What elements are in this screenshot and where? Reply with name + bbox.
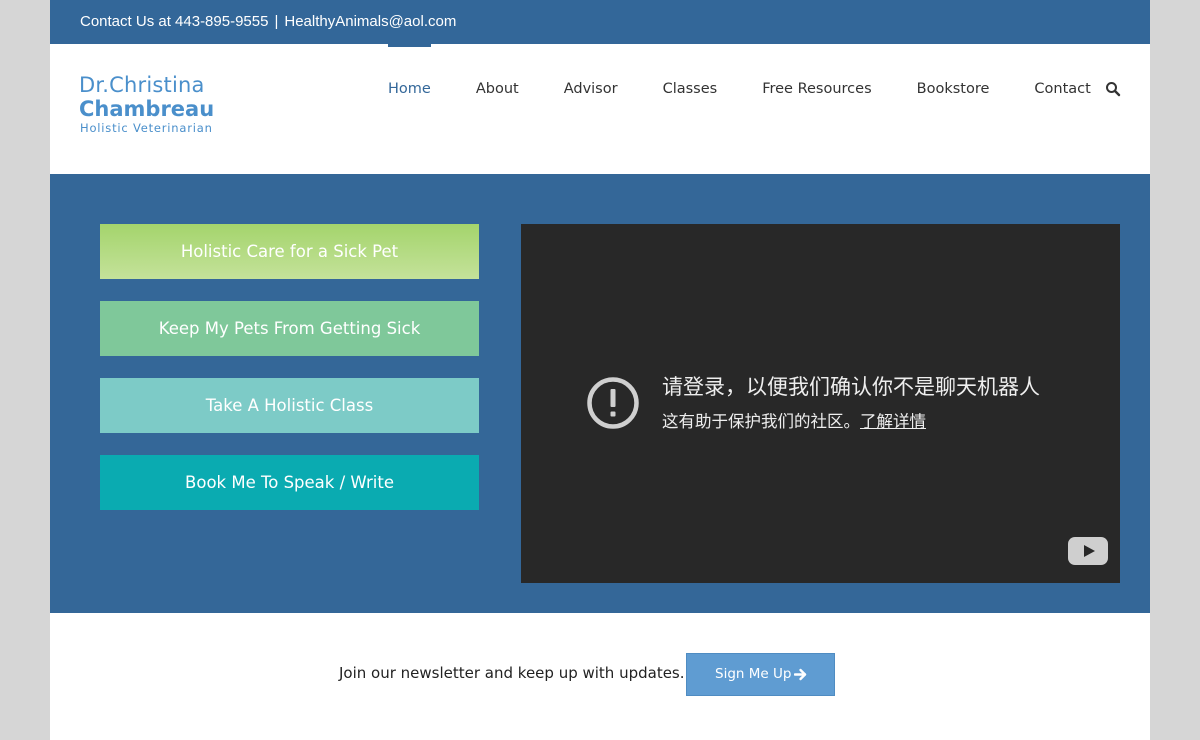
logo-line-tagline: Holistic Veterinarian xyxy=(80,121,213,135)
cta-holistic-class-button[interactable]: Take A Holistic Class xyxy=(100,378,479,433)
hero-section: Holistic Care for a Sick Pet Keep My Pet… xyxy=(50,174,1150,613)
logo-line-name: Dr.Christina xyxy=(79,73,205,97)
nav-item-contact[interactable]: Contact xyxy=(1034,44,1090,134)
site-logo[interactable]: Dr.Christina Chambreau Holistic Veterina… xyxy=(79,73,229,135)
separator: | xyxy=(274,13,279,30)
newsletter-text: Join our newsletter and keep up with upd… xyxy=(339,664,685,682)
site-header: Dr.Christina Chambreau Holistic Veterina… xyxy=(50,44,1150,174)
page: Contact Us at 443-895-9555 | HealthyAnimal… xyxy=(50,0,1150,740)
contact-email-link[interactable]: HealthyAnimals@aol.com xyxy=(284,13,456,30)
nav-item-home[interactable]: Home xyxy=(388,44,431,134)
search-icon[interactable] xyxy=(1105,81,1121,97)
main-nav: Home About Advisor Classes Free Resource… xyxy=(388,44,1136,134)
nav-item-classes[interactable]: Classes xyxy=(663,44,718,134)
logo-line-surname: Chambreau xyxy=(79,97,215,121)
video-signin-subtitle: 这有助于保护我们的社区。了解详情 xyxy=(662,408,926,432)
contact-phone-text: Contact Us at 443-895-9555 xyxy=(80,13,269,30)
cta-keep-pets-well-button[interactable]: Keep My Pets From Getting Sick xyxy=(100,301,479,356)
top-contact-bar: Contact Us at 443-895-9555 | HealthyAnimal… xyxy=(50,0,1150,44)
video-signin-title: 请登录，以便我们确认你不是聊天机器人 xyxy=(662,375,1040,399)
arrow-right-icon xyxy=(794,668,807,681)
cta-book-speaker-button[interactable]: Book Me To Speak / Write xyxy=(100,455,479,510)
nav-item-free-resources[interactable]: Free Resources xyxy=(762,44,871,134)
nav-item-advisor[interactable]: Advisor xyxy=(564,44,618,134)
cta-sick-pet-button[interactable]: Holistic Care for a Sick Pet xyxy=(100,224,479,279)
youtube-play-icon[interactable] xyxy=(1068,537,1108,565)
exclamation-circle-icon xyxy=(587,377,639,429)
sign-me-up-label: Sign Me Up xyxy=(715,666,792,682)
nav-item-bookstore[interactable]: Bookstore xyxy=(917,44,990,134)
video-embed[interactable]: 请登录，以便我们确认你不是聊天机器人 这有助于保护我们的社区。了解详情 xyxy=(521,224,1120,583)
video-signin-text: 这有助于保护我们的社区。 xyxy=(662,412,860,431)
nav-item-about[interactable]: About xyxy=(476,44,519,134)
sign-me-up-button[interactable]: Sign Me Up xyxy=(686,653,835,696)
learn-more-link[interactable]: 了解详情 xyxy=(860,412,926,431)
newsletter-section: Join our newsletter and keep up with upd… xyxy=(50,613,1150,740)
